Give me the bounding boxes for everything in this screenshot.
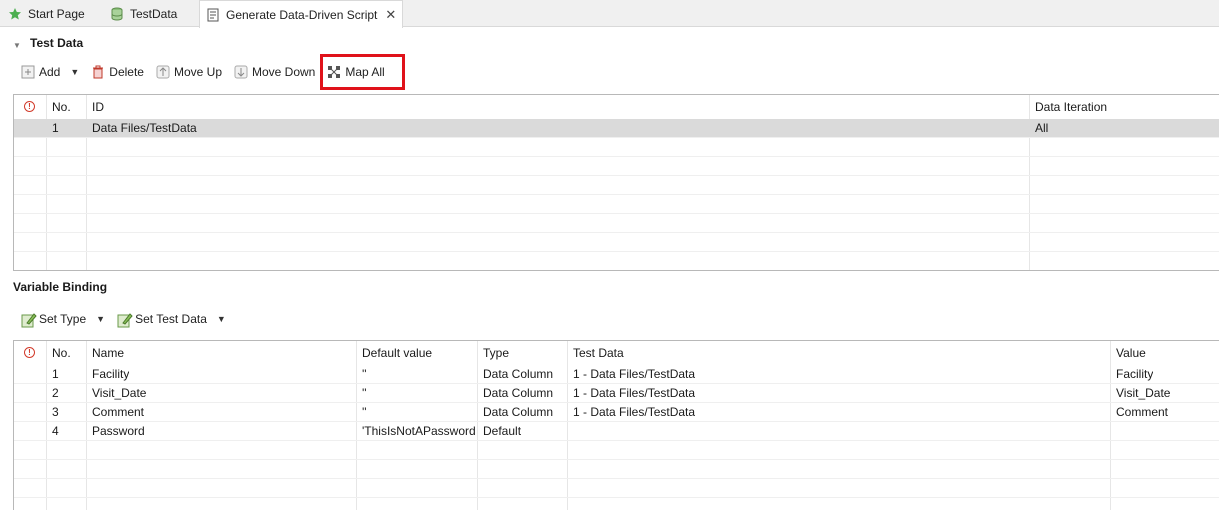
test-data-table: ! No. ID Data Iteration 1 Data Files/Tes… xyxy=(13,94,1219,271)
tab-testdata[interactable]: TestData xyxy=(104,0,183,27)
move-down-button[interactable]: Move Down xyxy=(232,61,317,83)
column-header-id[interactable]: ID xyxy=(86,95,104,119)
collapse-toggle-icon[interactable]: ▼ xyxy=(13,41,21,50)
column-header-default-value[interactable]: Default value xyxy=(356,341,432,365)
row-type[interactable]: Data Column xyxy=(477,365,553,384)
column-header-name[interactable]: Name xyxy=(86,341,124,365)
row-type[interactable]: Data Column xyxy=(477,403,553,422)
close-icon[interactable]: ✕ xyxy=(385,7,396,23)
empty-row xyxy=(14,195,1219,214)
row-default-value[interactable]: 'ThisIsNotAPassword xyxy=(356,422,477,441)
empty-row xyxy=(14,214,1219,233)
row-test-data[interactable]: 1 - Data Files/TestData xyxy=(567,384,695,403)
empty-row xyxy=(14,460,1219,479)
row-test-data[interactable] xyxy=(567,422,573,441)
table-header: ! No. ID Data Iteration xyxy=(14,95,1219,119)
empty-row xyxy=(14,479,1219,498)
table-row[interactable]: 3 Comment '' Data Column 1 - Data Files/… xyxy=(14,403,1219,422)
arrow-down-icon xyxy=(234,65,248,79)
row-default-value[interactable]: '' xyxy=(356,403,477,422)
warning-icon: ! xyxy=(24,347,35,358)
tab-generate-data-driven-script[interactable]: Generate Data-Driven Script ✕ xyxy=(199,0,404,28)
tab-label: TestData xyxy=(130,6,178,21)
row-no: 2 xyxy=(52,386,59,400)
row-value[interactable]: Comment xyxy=(1110,403,1168,422)
move-up-label: Move Up xyxy=(173,65,222,79)
arrow-up-icon xyxy=(156,65,170,79)
tab-start-page[interactable]: Start Page xyxy=(2,0,91,27)
set-type-label: Set Type xyxy=(39,312,87,326)
empty-row xyxy=(14,441,1219,460)
row-name: Visit_Date xyxy=(92,386,147,400)
database-icon xyxy=(110,7,124,21)
row-value[interactable]: Visit_Date xyxy=(1110,384,1170,403)
row-id: Data Files/TestData xyxy=(92,121,197,135)
row-no: 1 xyxy=(52,121,59,135)
trash-icon xyxy=(91,65,105,79)
set-type-button[interactable]: Set Type xyxy=(19,308,88,330)
tab-label: Generate Data-Driven Script xyxy=(226,7,378,22)
row-name: Comment xyxy=(92,405,145,419)
table-row[interactable]: 2 Visit_Date '' Data Column 1 - Data Fil… xyxy=(14,384,1219,403)
move-up-button[interactable]: Move Up xyxy=(154,61,224,83)
add-button[interactable]: Add xyxy=(19,61,62,83)
add-label: Add xyxy=(39,65,61,79)
empty-row xyxy=(14,176,1219,195)
edit-pencil-icon xyxy=(117,312,133,328)
empty-row xyxy=(14,138,1219,157)
variable-binding-table: ! No. Name Default value Type Test Data … xyxy=(13,340,1219,510)
column-header-no[interactable]: No. xyxy=(46,95,71,119)
column-header-value[interactable]: Value xyxy=(1110,341,1146,365)
set-test-data-label: Set Test Data xyxy=(135,312,207,326)
table-row[interactable]: 4 Password 'ThisIsNotAPassword Default xyxy=(14,422,1219,441)
row-default-value[interactable]: '' xyxy=(356,384,477,403)
row-value[interactable]: Facility xyxy=(1110,365,1153,384)
column-header-type[interactable]: Type xyxy=(477,341,509,365)
empty-row xyxy=(14,157,1219,176)
column-header-data-iteration[interactable]: Data Iteration xyxy=(1029,95,1107,119)
move-down-label: Move Down xyxy=(252,65,316,79)
add-dropdown-icon[interactable]: ▼ xyxy=(70,67,79,77)
map-all-highlight xyxy=(320,54,405,90)
row-default-value[interactable]: '' xyxy=(356,365,477,384)
table-row[interactable]: 1 Facility '' Data Column 1 - Data Files… xyxy=(14,365,1219,384)
table-header: ! No. Name Default value Type Test Data … xyxy=(14,341,1219,365)
empty-row xyxy=(14,498,1219,510)
row-type[interactable]: Data Column xyxy=(477,384,553,403)
set-test-data-dropdown-icon[interactable]: ▼ xyxy=(217,314,226,324)
section-title-test-data: Test Data xyxy=(30,36,84,50)
edit-pencil-icon xyxy=(21,312,37,328)
delete-button[interactable]: Delete xyxy=(89,61,146,83)
empty-row xyxy=(14,252,1219,270)
row-type[interactable]: Default xyxy=(477,422,521,441)
section-title-variable-binding: Variable Binding xyxy=(13,280,108,294)
empty-row xyxy=(14,233,1219,252)
table-row[interactable]: 1 Data Files/TestData All xyxy=(14,119,1219,138)
set-type-dropdown-icon[interactable]: ▼ xyxy=(96,314,105,324)
warning-icon: ! xyxy=(24,101,35,112)
row-name: Facility xyxy=(92,367,130,381)
row-name: Password xyxy=(92,424,145,438)
row-test-data[interactable]: 1 - Data Files/TestData xyxy=(567,365,695,384)
row-value[interactable] xyxy=(1110,422,1116,441)
set-test-data-button[interactable]: Set Test Data xyxy=(115,308,209,330)
variable-binding-toolbar: Set Type ▼ Set Test Data ▼ xyxy=(19,308,236,330)
star-icon xyxy=(8,7,22,21)
column-header-test-data[interactable]: Test Data xyxy=(567,341,624,365)
editor-tab-bar: Start Page TestData Generate Data-Driven… xyxy=(0,0,1219,28)
row-no: 4 xyxy=(52,424,59,438)
row-iteration[interactable]: All xyxy=(1029,119,1048,138)
add-icon xyxy=(21,65,35,79)
row-no: 1 xyxy=(52,367,59,381)
script-icon xyxy=(206,8,220,22)
tab-label: Start Page xyxy=(28,6,85,21)
row-no: 3 xyxy=(52,405,59,419)
row-test-data[interactable]: 1 - Data Files/TestData xyxy=(567,403,695,422)
delete-label: Delete xyxy=(109,65,144,79)
column-header-no[interactable]: No. xyxy=(46,341,71,365)
